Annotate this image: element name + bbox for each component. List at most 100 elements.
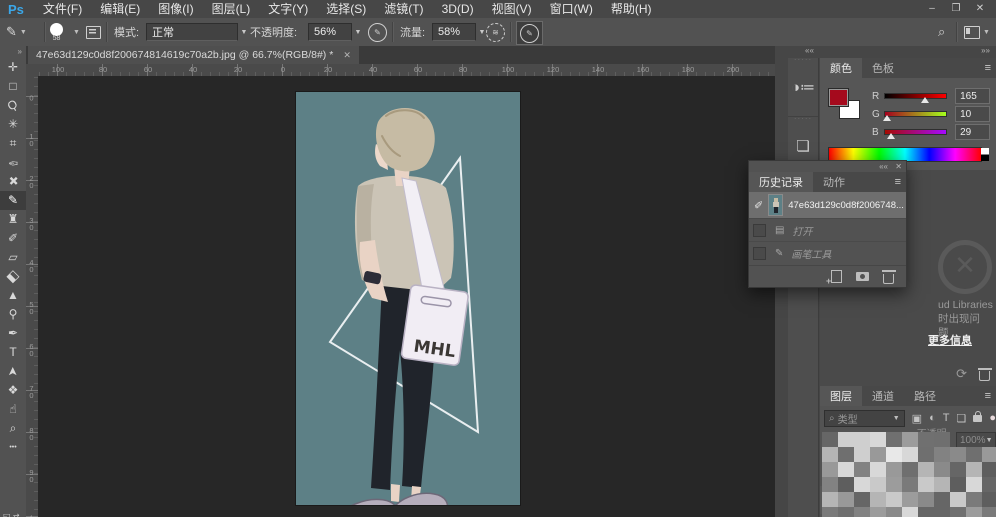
hand-tool[interactable]: ☝ [0, 400, 26, 419]
close-button[interactable]: ✕ [968, 0, 992, 18]
panel-menu-icon[interactable]: ≡ [985, 390, 991, 402]
airbrush-button[interactable]: ≋ [486, 18, 505, 46]
close-tab-icon[interactable]: ✕ [343, 50, 351, 61]
foreground-color-swatch[interactable] [828, 88, 849, 107]
new-document-from-state-icon[interactable] [831, 270, 842, 283]
restore-button[interactable]: ❐ [944, 0, 968, 18]
more-info-link[interactable]: 更多信息 [928, 332, 972, 348]
pressure-size-button[interactable]: ✎ [516, 21, 543, 45]
tab-layers[interactable]: 图层 [820, 386, 862, 406]
channel-slider-b[interactable] [884, 129, 948, 135]
state-checkbox[interactable] [753, 224, 766, 237]
eyedropper-tool[interactable]: ✑ [0, 153, 26, 172]
filter-pixel-layers-icon[interactable]: ▣ [912, 412, 922, 425]
expand-dock-button[interactable]: »» [981, 46, 990, 55]
pen-tool[interactable]: ✒ [0, 324, 26, 343]
lasso-tool[interactable]: Ϙ [0, 96, 26, 115]
zoom-tool[interactable]: ⌕ [0, 419, 26, 438]
channel-value-b[interactable]: 29 [955, 124, 990, 140]
toolbar-collapse-button[interactable]: » [0, 46, 26, 58]
move-tool[interactable]: ✛ [0, 58, 26, 77]
panel-menu-icon[interactable]: ≡ [985, 62, 991, 74]
type-tool[interactable]: T [0, 343, 26, 362]
collapse-panel-button[interactable]: «« [879, 162, 888, 171]
sync-icon[interactable]: ⟳ [956, 366, 967, 382]
workspace-switcher[interactable]: ▼ [964, 18, 990, 46]
menu-2[interactable]: 编辑(E) [91, 0, 149, 18]
slider-thumb[interactable] [887, 133, 895, 139]
default-swatches-button[interactable]: ◱ ⇄ [3, 512, 19, 517]
collapse-to-icons-button[interactable]: «« [805, 46, 814, 55]
tab-history[interactable]: 历史记录 [749, 172, 813, 192]
properties-panel-button[interactable]: ◑≔ [788, 58, 818, 117]
layer-filter-dropdown[interactable]: ⌕ 类型 ▼ [824, 410, 905, 427]
filter-smart-objects-icon[interactable] [973, 415, 982, 422]
brush-picker-chevron[interactable]: ▼ [70, 18, 80, 46]
history-state-row[interactable]: ▤打开 [749, 218, 906, 241]
flow-dropdown[interactable]: 58% ▼ [432, 23, 488, 41]
slider-thumb[interactable] [921, 97, 929, 103]
menu-1[interactable]: 文件(F) [34, 0, 91, 18]
tab-actions[interactable]: 动作 [813, 172, 855, 192]
marquee-tool[interactable]: □ [0, 77, 26, 96]
tab-channels[interactable]: 通道 [862, 386, 904, 406]
channel-value-g[interactable]: 10 [955, 106, 990, 122]
history-brush-tool[interactable]: ✐ [0, 229, 26, 248]
dodge-tool[interactable]: ⚲ [0, 305, 26, 324]
blur-tool[interactable]: ▲ [0, 286, 26, 305]
custom-shape-tool[interactable]: ❖ [0, 381, 26, 400]
history-brush-source-icon[interactable]: ✐ [754, 199, 763, 212]
state-checkbox[interactable] [753, 247, 766, 260]
filter-type-layers-icon[interactable]: T [943, 412, 950, 424]
crop-tool[interactable]: ⌗ [0, 134, 26, 153]
more-tools[interactable]: ••• [0, 438, 26, 457]
tab-swatches[interactable]: 色板 [862, 58, 904, 78]
filter-shape-layers-icon[interactable]: ❏ [956, 412, 966, 425]
opacity-dropdown[interactable]: 56% ▼ [308, 23, 364, 41]
channel-slider-g[interactable] [884, 111, 948, 117]
clone-stamp-tool[interactable]: ♜ [0, 210, 26, 229]
brush-tool[interactable]: ✎ [0, 191, 26, 210]
black-white-ramp[interactable] [981, 148, 989, 161]
slider-thumb[interactable] [883, 115, 891, 121]
menu-9[interactable]: 视图(V) [483, 0, 541, 18]
menu-5[interactable]: 文字(Y) [259, 0, 317, 18]
new-snapshot-icon[interactable] [856, 272, 869, 281]
menu-4[interactable]: 图层(L) [203, 0, 260, 18]
menu-8[interactable]: 3D(D) [433, 0, 483, 18]
tab-paths[interactable]: 路径 [904, 386, 946, 406]
menu-10[interactable]: 窗口(W) [541, 0, 602, 18]
menu-3[interactable]: 图像(I) [149, 0, 202, 18]
toggle-brush-panel-button[interactable] [86, 18, 101, 46]
blend-mode-dropdown[interactable]: 正常 ▼ [146, 23, 250, 41]
quick-selection-tool[interactable]: ✳ [0, 115, 26, 134]
filter-adjustment-layers-icon[interactable]: ◐ [929, 412, 936, 424]
trash-icon[interactable] [979, 371, 990, 381]
filter-toggle-icon[interactable]: ● [989, 412, 996, 424]
menu-11[interactable]: 帮助(H) [602, 0, 661, 18]
close-panel-icon[interactable]: ✕ [895, 162, 902, 171]
healing-brush-tool[interactable]: ✚ [0, 172, 26, 191]
panel-menu-icon[interactable]: ≡ [895, 176, 901, 188]
channel-slider-r[interactable] [884, 93, 948, 99]
path-selection-tool[interactable]: ➤ [0, 362, 26, 381]
canvas-pasteboard[interactable]: MHL [38, 76, 775, 517]
delete-state-icon[interactable] [883, 274, 894, 284]
menu-6[interactable]: 选择(S) [317, 0, 375, 18]
eraser-tool[interactable]: ▱ [0, 248, 26, 267]
document-icon: ▤ [775, 225, 784, 236]
pressure-opacity-button[interactable]: ✎ [368, 18, 387, 46]
document-tab[interactable]: 47e63d129c0d8f200674814619c70a2b.jpg @ 6… [28, 46, 359, 64]
canvas-artwork[interactable]: MHL [296, 92, 520, 505]
history-state-row[interactable]: ✎画笔工具 [749, 241, 906, 264]
minimize-button[interactable]: – [920, 0, 944, 18]
airbrush-icon: ≋ [486, 23, 505, 42]
search-button[interactable]: ⌕ [938, 18, 945, 46]
tab-color[interactable]: 颜色 [820, 58, 862, 78]
channel-value-r[interactable]: 165 [955, 88, 990, 104]
tool-preset-picker[interactable]: ✎ ▼ [6, 18, 27, 46]
menu-7[interactable]: 滤镜(T) [375, 0, 432, 18]
brush-preset-picker[interactable]: 58 [50, 18, 63, 46]
history-snapshot-row[interactable]: ✐ 47e63d129c0d8f2006748... [749, 192, 906, 218]
paint-bucket-tool[interactable]: ◧ [0, 267, 26, 286]
